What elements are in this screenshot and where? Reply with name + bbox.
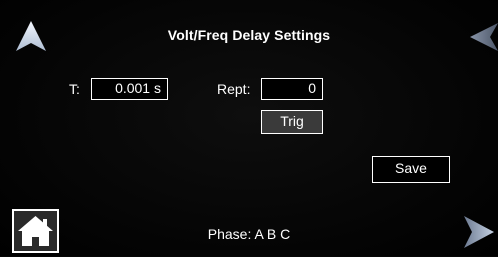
trig-button[interactable]: Trig bbox=[261, 110, 323, 134]
nav-back-button[interactable] bbox=[466, 20, 498, 54]
screen: Volt/Freq Delay Settings T: 0.001 s Rept… bbox=[0, 0, 498, 256]
save-button[interactable]: Save bbox=[372, 156, 450, 183]
page-title: Volt/Freq Delay Settings bbox=[167, 27, 331, 43]
rept-value-field[interactable]: 0 bbox=[261, 78, 323, 100]
left-arrow-icon bbox=[470, 23, 498, 51]
right-arrow-icon bbox=[464, 216, 494, 248]
nav-next-button[interactable] bbox=[460, 212, 498, 252]
phase-indicator: Phase: A B C bbox=[207, 226, 291, 242]
rept-label: Rept: bbox=[217, 81, 251, 97]
t-label: T: bbox=[69, 81, 80, 97]
t-value-field[interactable]: 0.001 s bbox=[91, 78, 168, 100]
